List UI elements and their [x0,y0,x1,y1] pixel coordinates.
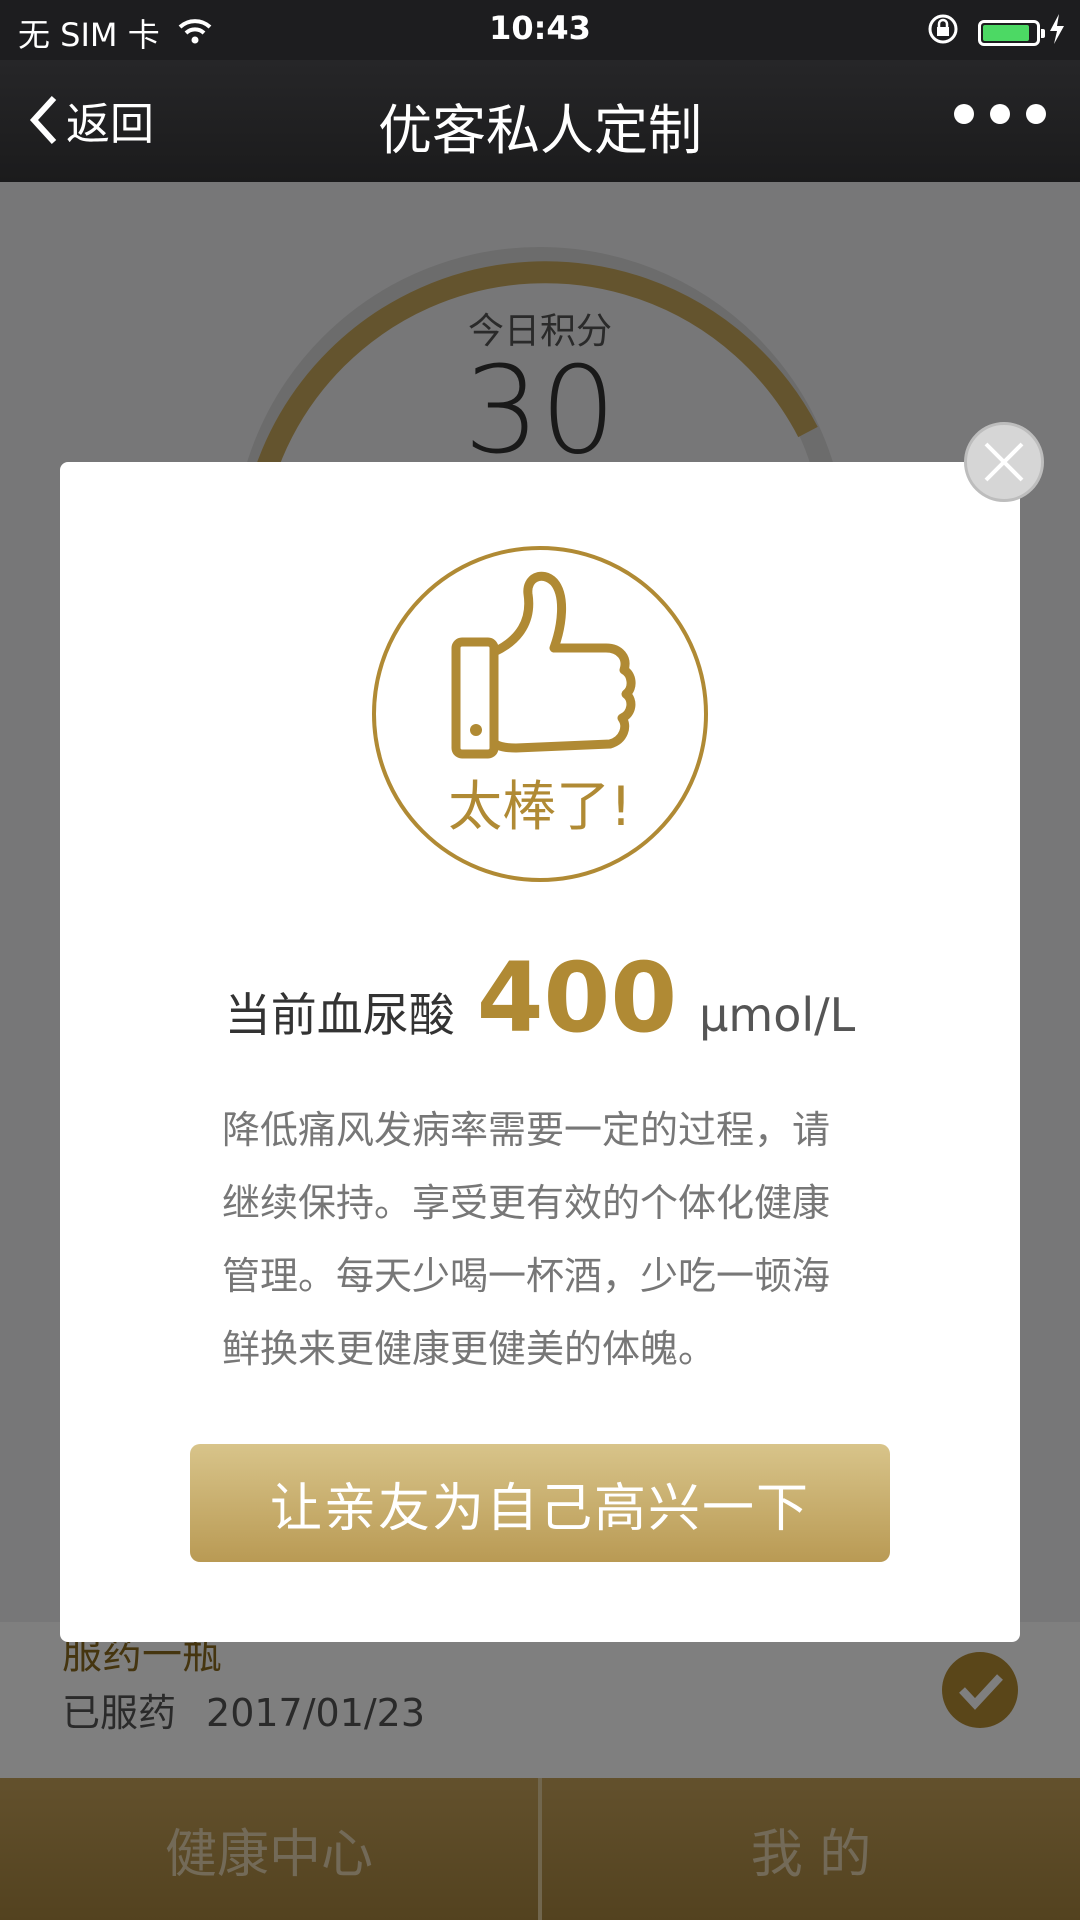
reading-label: 当前血尿酸 [224,988,455,1042]
reading-value: 400 [476,942,678,1054]
badge-text: 太棒了! [448,775,632,838]
more-dot [990,104,1010,124]
battery-cap [1041,29,1045,38]
screen: 无 SIM 卡 10:43 返回 优客私人定制 太棒了! 当前血尿酸 400 μ… [0,0,1080,1920]
page-title: 优客私人定制 [378,99,702,162]
more-dot [954,104,974,124]
close-icon [984,442,1024,482]
battery-fill [983,25,1030,41]
status-right [926,12,1066,54]
reading-unit: μmol/L [699,988,856,1042]
more-options-icon[interactable] [938,104,1046,124]
more-dot [1026,104,1046,124]
battery-icon [978,20,1045,46]
rotation-lock-icon [926,12,960,54]
close-button[interactable] [964,422,1044,502]
status-bar: 无 SIM 卡 10:43 [0,0,1080,60]
encouragement-message: 降低痛风发病率需要一定的过程，请继续保持。享受更有效的个体化健康管理。每天少喝一… [222,1108,831,1371]
charging-icon [1048,14,1066,52]
success-modal: 太棒了! 当前血尿酸 400 μmol/L 降低痛风发病率需要一定的过程，请继续… [60,462,1020,1642]
uric-acid-reading: 当前血尿酸 400 μmol/L [60,942,1020,1054]
thumbs-up-icon [451,571,636,759]
share-with-friends-button[interactable]: 让亲友为自己高兴一下 [190,1444,890,1562]
nav-bar: 返回 优客私人定制 [0,60,1080,182]
status-time: 10:43 [489,9,591,47]
